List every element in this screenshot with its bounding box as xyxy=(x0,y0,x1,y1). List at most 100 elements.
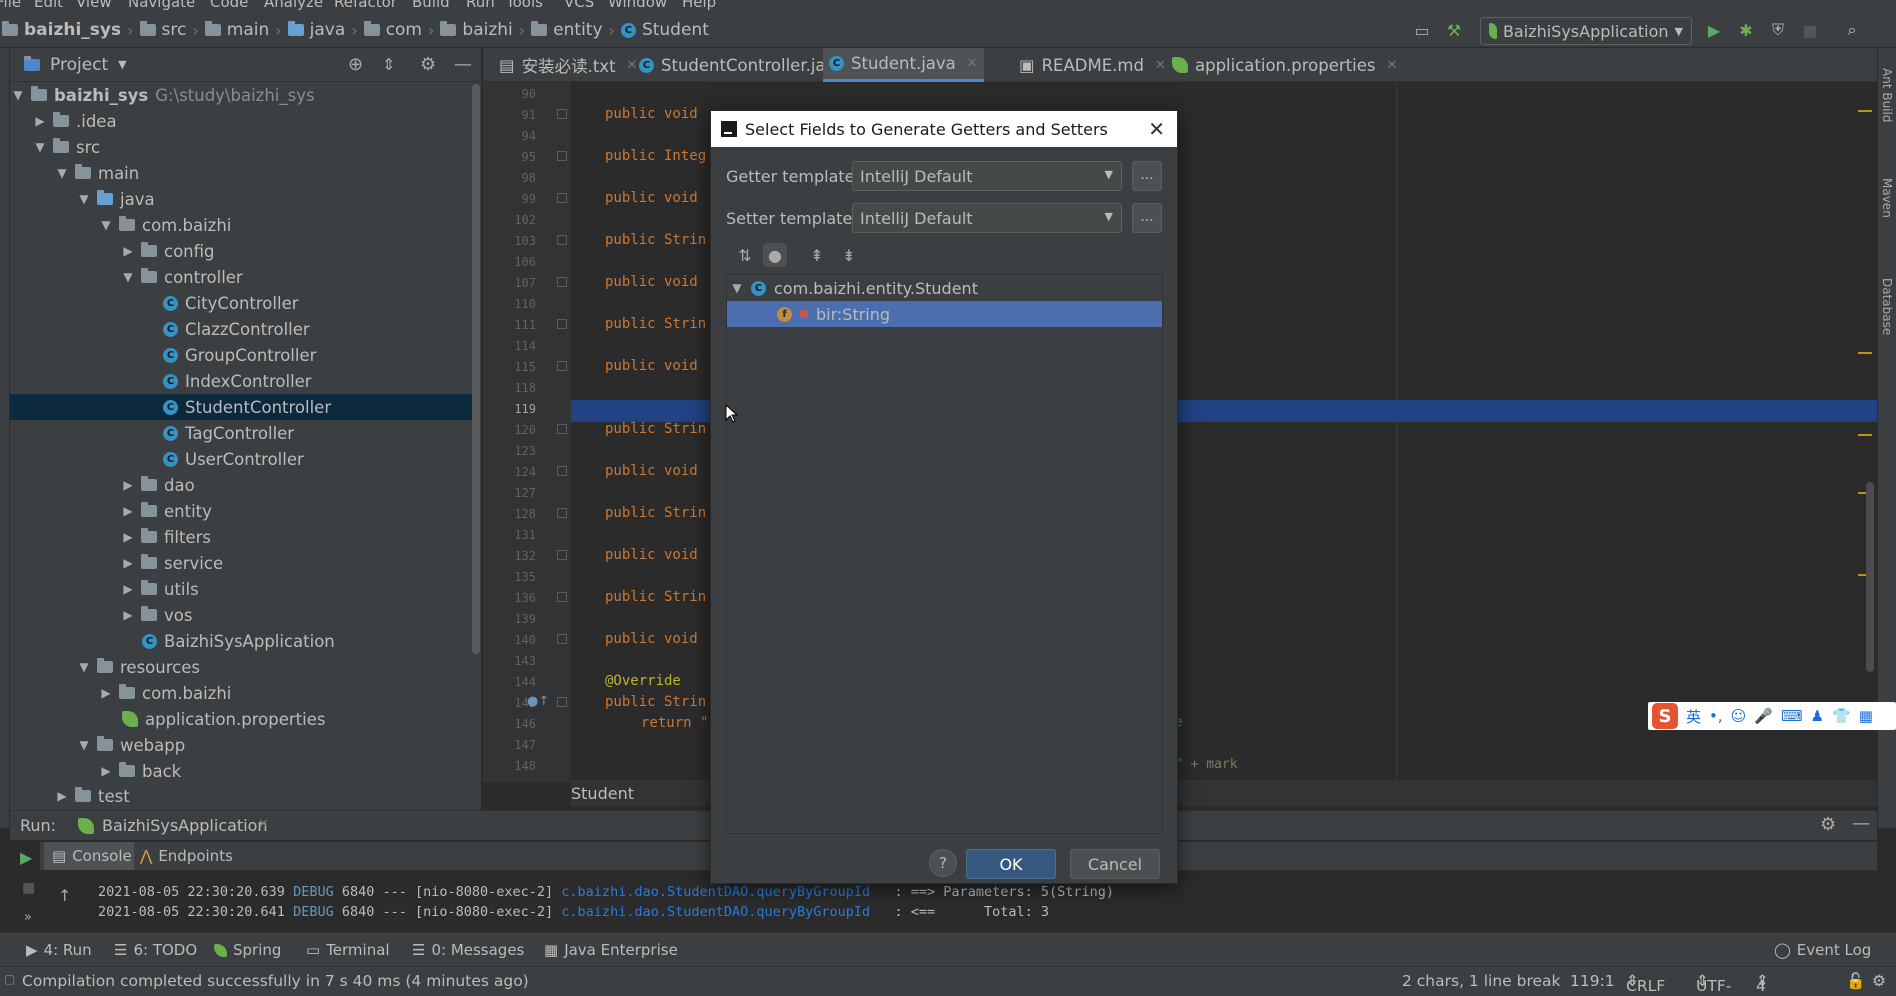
scrollbar[interactable] xyxy=(472,84,480,654)
menu-view[interactable]: View xyxy=(76,0,112,11)
minimize-icon[interactable]: — xyxy=(454,54,472,75)
run-icon[interactable]: ▶ xyxy=(1704,20,1724,40)
maven-tab[interactable]: Maven xyxy=(1880,178,1894,218)
ant-build-tab[interactable]: Ant Build xyxy=(1880,68,1894,122)
setter-template-edit-button[interactable]: ... xyxy=(1132,203,1162,233)
tree-item[interactable]: ▼ resources xyxy=(10,654,480,680)
run-config-tab[interactable]: BaizhiSysApplication xyxy=(102,816,268,835)
locate-icon[interactable]: ⊕ xyxy=(348,54,363,75)
crumb-baizhi[interactable]: baizhi xyxy=(462,20,512,40)
menu-code[interactable]: Code xyxy=(210,0,248,11)
tree-item-selected[interactable]: C StudentController xyxy=(10,394,480,420)
fold-marker-icon[interactable] xyxy=(557,634,567,644)
close-icon[interactable]: ✕ xyxy=(967,56,978,71)
fold-marker-icon[interactable] xyxy=(557,361,567,371)
menu-tools[interactable]: Tools xyxy=(506,0,543,11)
fold-marker-icon[interactable] xyxy=(557,697,567,707)
fold-marker-icon[interactable] xyxy=(557,592,567,602)
menu-build[interactable]: Build xyxy=(412,0,450,11)
run-tool-button[interactable]: ▶ 4: Run xyxy=(26,941,92,959)
messages-tool-button[interactable]: ☰ 0: Messages xyxy=(412,941,524,959)
fold-marker-icon[interactable] xyxy=(557,466,567,476)
tree-item[interactable]: ▼ java xyxy=(10,186,480,212)
setter-template-select[interactable]: IntelliJ Default ▼ xyxy=(852,203,1122,233)
tree-item[interactable]: ▶ test xyxy=(10,784,480,808)
tree-item[interactable]: ▼ webapp xyxy=(10,732,480,758)
console-tab[interactable]: ▤ Console xyxy=(44,842,134,870)
ok-button[interactable]: OK xyxy=(966,849,1056,879)
gear-icon[interactable]: ⚙ xyxy=(1820,814,1836,835)
expand-arrow-icon[interactable]: ▼ xyxy=(78,192,90,206)
expand-arrow-icon[interactable]: ▼ xyxy=(78,738,90,752)
status-indent[interactable]: 4 spaces ⇕ xyxy=(1756,972,1810,996)
tree-item[interactable]: ▶ vos xyxy=(10,602,480,628)
tree-root[interactable]: ▼ baizhi_sys G:\study\baizhi_sys xyxy=(10,82,480,108)
fold-marker-icon[interactable] xyxy=(557,424,567,434)
tree-item[interactable]: ▶ filters xyxy=(10,524,480,550)
tree-item[interactable]: C IndexController xyxy=(10,368,480,394)
lock-icon[interactable]: 🔓 xyxy=(1846,972,1865,990)
cancel-button[interactable]: Cancel xyxy=(1070,849,1160,879)
tree-item[interactable]: ▼ main xyxy=(10,160,480,186)
collapse-all-icon[interactable]: ⇟ xyxy=(837,243,861,267)
fold-marker-icon[interactable] xyxy=(557,277,567,287)
expand-arrow-icon[interactable]: ▶ xyxy=(122,244,134,258)
tree-item[interactable]: ▶ com.baizhi xyxy=(10,680,480,706)
fold-marker-icon[interactable] xyxy=(557,193,567,203)
chevron-down-icon[interactable]: ▼ xyxy=(118,58,126,71)
tree-item[interactable]: application.properties xyxy=(10,706,480,732)
error-stripe-mark[interactable] xyxy=(1858,434,1872,436)
crumb-file[interactable]: Student xyxy=(642,20,709,40)
expand-arrow-icon[interactable]: ▼ xyxy=(34,140,46,154)
grid-icon[interactable]: ▦ xyxy=(1859,707,1873,725)
expand-all-icon[interactable]: ⇞ xyxy=(805,243,829,267)
tree-item[interactable]: ▼ com.baizhi xyxy=(10,212,480,238)
fold-marker-icon[interactable] xyxy=(557,508,567,518)
crumb-java[interactable]: java xyxy=(310,20,346,40)
tree-item[interactable]: ▶ utils xyxy=(10,576,480,602)
expand-arrow-icon[interactable]: ▶ xyxy=(122,504,134,518)
stop-icon[interactable]: ■ xyxy=(22,880,35,896)
menu-help[interactable]: Help xyxy=(682,0,716,11)
error-stripe-mark[interactable] xyxy=(1858,110,1872,112)
rerun-icon[interactable]: ▶ xyxy=(20,848,32,867)
tab-install-readme[interactable]: ▤ 安装必读.txt ✕ xyxy=(493,48,643,82)
project-structure-icon[interactable]: ▭ xyxy=(1412,20,1432,40)
close-icon[interactable]: ✕ xyxy=(258,817,269,832)
menu-refactor[interactable]: Refactor xyxy=(334,0,397,11)
hammer-build-icon[interactable]: ⚒ xyxy=(1444,20,1464,40)
tree-item[interactable]: C UserController xyxy=(10,446,480,472)
expand-arrow-icon[interactable]: ▼ xyxy=(56,166,68,180)
fold-marker-icon[interactable] xyxy=(557,235,567,245)
menu-analyze[interactable]: Analyze xyxy=(264,0,323,11)
getter-template-edit-button[interactable]: ... xyxy=(1132,161,1162,191)
ime-mode-toggle[interactable]: 英 xyxy=(1686,706,1701,727)
tree-item[interactable]: ▶ .idea xyxy=(10,108,480,134)
coverage-icon[interactable]: ⛨ xyxy=(1768,20,1788,40)
fold-marker-icon[interactable] xyxy=(557,109,567,119)
fields-tree[interactable]: ▼ C com.baizhi.entity.Student f bir:Stri… xyxy=(726,274,1163,834)
expand-arrow-icon[interactable]: ▶ xyxy=(56,789,68,803)
menu-navigate[interactable]: Navigate xyxy=(128,0,195,11)
menu-file[interactable]: File xyxy=(0,0,21,11)
endpoints-tab[interactable]: ⋀ Endpoints xyxy=(140,842,233,870)
microphone-icon[interactable]: 🎤 xyxy=(1754,707,1773,725)
user-icon[interactable]: ♟ xyxy=(1811,707,1824,725)
minimize-icon[interactable]: — xyxy=(1852,813,1870,834)
emoji-icon[interactable]: ☺ xyxy=(1731,707,1747,725)
tree-item[interactable]: ▶ back xyxy=(10,758,480,784)
close-icon[interactable]: ✕ xyxy=(1386,58,1397,73)
expand-arrow-icon[interactable]: ▼ xyxy=(100,218,112,232)
crumb-project[interactable]: baizhi_sys xyxy=(24,20,121,40)
expand-arrow-icon[interactable]: ▼ xyxy=(78,660,90,674)
field-node-selected[interactable]: f bir:String xyxy=(727,301,1162,327)
override-gutter-icon[interactable]: ●↑ xyxy=(527,694,549,709)
show-inherited-icon[interactable]: ● xyxy=(763,243,787,267)
tab-readme[interactable]: ▣ README.md ✕ xyxy=(1013,48,1172,82)
tree-item[interactable]: ▼ controller xyxy=(10,264,480,290)
todo-tool-button[interactable]: ☰ 6: TODO xyxy=(114,941,197,959)
search-icon[interactable]: ⌕ xyxy=(1842,20,1862,40)
status-message[interactable]: Compilation completed successfully in 7 … xyxy=(22,972,529,990)
scroll-up-icon[interactable]: ↑ xyxy=(58,886,71,905)
tab-student-java[interactable]: C Student.java ✕ xyxy=(823,48,984,82)
